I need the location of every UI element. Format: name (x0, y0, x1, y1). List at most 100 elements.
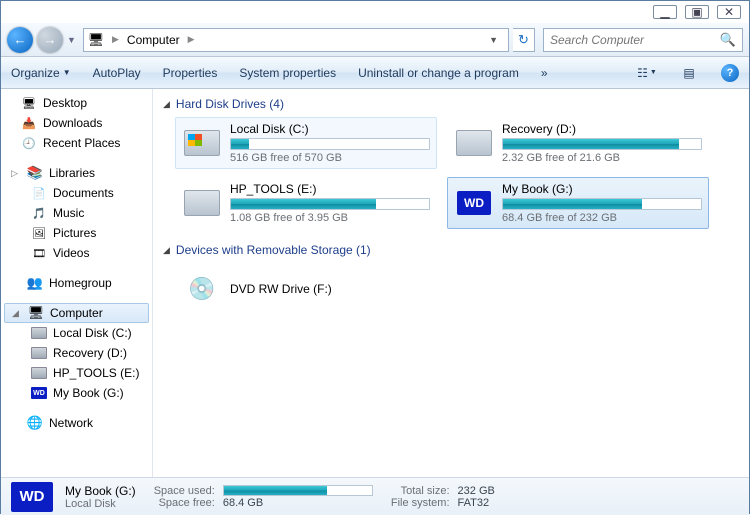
drive-free-text: 68.4 GB free of 232 GB (502, 212, 702, 224)
breadcrumb-computer[interactable]: Computer (127, 33, 180, 47)
group-removable-storage[interactable]: ◢Devices with Removable Storage (1) (163, 243, 739, 257)
tree-hptools-e[interactable]: HP_TOOLS (E:) (1, 363, 152, 383)
tree-documents[interactable]: Documents (1, 183, 152, 203)
collapse-icon[interactable]: ◢ (163, 245, 170, 256)
drive-recovery-d[interactable]: Recovery (D:) 2.32 GB free of 21.6 GB (447, 117, 709, 169)
filesystem-label: File system: (391, 497, 450, 509)
collapse-icon[interactable]: ◢ (12, 308, 22, 319)
tree-local-disk-c[interactable]: Local Disk (C:) (1, 323, 152, 343)
nav-history-dropdown[interactable]: ▼ (67, 35, 79, 45)
address-bar[interactable]: ▶ Computer ▶ ▼ (83, 28, 509, 52)
details-pane: WD My Book (G:) Local Disk Space used: S… (1, 477, 749, 515)
computer-icon (28, 305, 44, 321)
drive-icon (31, 347, 47, 359)
toolbar-overflow[interactable]: » (541, 66, 548, 80)
drive-label: Local Disk (C:) (230, 122, 430, 136)
autoplay-button[interactable]: AutoPlay (93, 66, 141, 80)
chevron-right-icon[interactable]: ▶ (188, 34, 195, 45)
total-size-label: Total size: (391, 485, 450, 497)
tree-pictures[interactable]: Pictures (1, 223, 152, 243)
network-icon (27, 415, 43, 431)
space-used-label: Space used: (154, 485, 215, 497)
title-bar: ▁ ▣ ✕ (1, 1, 749, 23)
total-size-value: 232 GB (458, 485, 495, 497)
tree-libraries[interactable]: ▷Libraries (1, 163, 152, 183)
maximize-button[interactable]: ▣ (685, 5, 709, 19)
search-box[interactable]: 🔍 (543, 28, 743, 52)
tree-recovery-d[interactable]: Recovery (D:) (1, 343, 152, 363)
tree-music[interactable]: Music (1, 203, 152, 223)
drive-icon (182, 123, 222, 163)
chevron-right-icon[interactable]: ▶ (112, 34, 119, 45)
collapse-icon[interactable]: ◢ (163, 99, 170, 110)
drive-icon (31, 327, 47, 339)
drive-mybook-g[interactable]: WD My Book (G:) 68.4 GB free of 232 GB (447, 177, 709, 229)
tree-computer[interactable]: ◢Computer (4, 303, 149, 323)
wd-icon: WD (454, 183, 494, 223)
music-icon (31, 205, 47, 221)
refresh-button[interactable]: ↻ (513, 28, 535, 52)
minimize-button[interactable]: ▁ (653, 5, 677, 19)
drive-icon (454, 123, 494, 163)
drive-icon (31, 367, 47, 379)
expand-icon[interactable]: ▷ (11, 168, 21, 179)
drive-icon (182, 183, 222, 223)
usage-bar (230, 198, 430, 210)
computer-icon (88, 32, 104, 48)
tree-downloads[interactable]: Downloads (1, 113, 152, 133)
properties-button[interactable]: Properties (163, 66, 218, 80)
usage-bar (230, 138, 430, 150)
tree-videos[interactable]: Videos (1, 243, 152, 263)
space-free-value: 68.4 GB (223, 497, 373, 509)
drive-local-disk-c[interactable]: Local Disk (C:) 516 GB free of 570 GB (175, 117, 437, 169)
command-bar: Organize▼ AutoPlay Properties System pro… (1, 57, 749, 89)
desktop-icon (21, 95, 37, 111)
group-hard-disk-drives[interactable]: ◢Hard Disk Drives (4) (163, 97, 739, 111)
drive-free-text: 516 GB free of 570 GB (230, 152, 430, 164)
close-button[interactable]: ✕ (717, 5, 741, 19)
preview-pane-button[interactable]: ▤ (679, 63, 699, 83)
tree-desktop[interactable]: Desktop (1, 93, 152, 113)
address-dropdown-icon[interactable]: ▼ (483, 35, 504, 45)
tree-recent[interactable]: Recent Places (1, 133, 152, 153)
selected-item-type: Local Disk (65, 498, 136, 510)
wd-icon: WD (31, 387, 47, 399)
drive-label: My Book (G:) (502, 182, 702, 196)
nav-bar: ← → ▼ ▶ Computer ▶ ▼ ↻ 🔍 (1, 23, 749, 57)
tree-homegroup[interactable]: Homegroup (1, 273, 152, 293)
recent-icon (21, 135, 37, 151)
homegroup-icon (27, 275, 43, 291)
selected-item-name: My Book (G:) (65, 484, 136, 498)
navigation-tree: Desktop Downloads Recent Places ▷Librari… (1, 89, 153, 477)
system-properties-button[interactable]: System properties (239, 66, 336, 80)
pictures-icon (31, 225, 47, 241)
documents-icon (31, 185, 47, 201)
videos-icon (31, 245, 47, 261)
wd-icon: WD (11, 482, 53, 512)
help-button[interactable]: ? (721, 64, 739, 82)
uninstall-button[interactable]: Uninstall or change a program (358, 66, 519, 80)
content-area: ◢Hard Disk Drives (4) Local Disk (C:) 51… (153, 89, 749, 477)
space-free-label: Space free: (154, 497, 215, 509)
tree-network[interactable]: Network (1, 413, 152, 433)
downloads-icon (21, 115, 37, 131)
filesystem-value: FAT32 (458, 497, 495, 509)
search-icon[interactable]: 🔍 (720, 32, 736, 48)
drive-dvd-f[interactable]: DVD RW Drive (F:) (175, 263, 437, 315)
drive-hptools-e[interactable]: HP_TOOLS (E:) 1.08 GB free of 3.95 GB (175, 177, 437, 229)
drive-free-text: 1.08 GB free of 3.95 GB (230, 212, 430, 224)
back-button[interactable]: ← (7, 27, 33, 53)
drive-label: HP_TOOLS (E:) (230, 182, 430, 196)
usage-bar (502, 138, 702, 150)
forward-button[interactable]: → (37, 27, 63, 53)
usage-bar (502, 198, 702, 210)
tree-mybook-g[interactable]: WDMy Book (G:) (1, 383, 152, 403)
libraries-icon (27, 165, 43, 181)
usage-bar (223, 485, 373, 496)
search-input[interactable] (550, 33, 720, 47)
organize-button[interactable]: Organize▼ (11, 66, 71, 80)
view-options-button[interactable]: ☷▼ (637, 63, 657, 83)
drive-label: DVD RW Drive (F:) (230, 282, 430, 296)
dvd-icon (182, 269, 222, 309)
drive-label: Recovery (D:) (502, 122, 702, 136)
